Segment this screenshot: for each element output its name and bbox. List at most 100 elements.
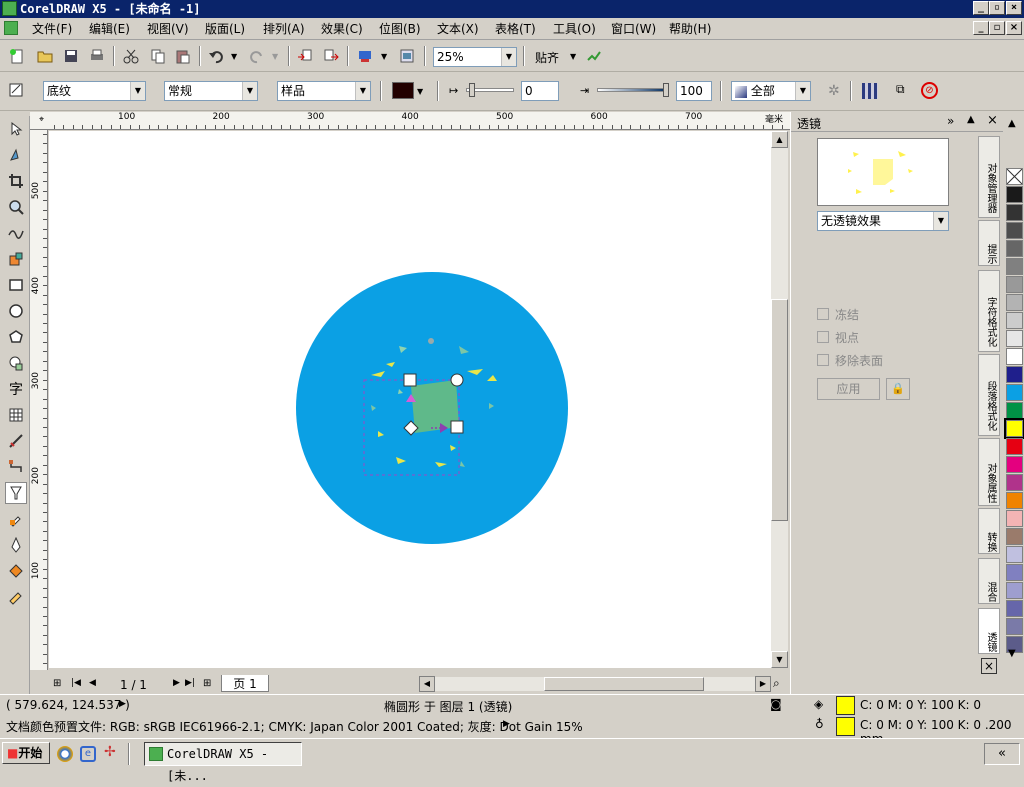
- palette-swatch[interactable]: [1006, 582, 1023, 599]
- palette-swatch[interactable]: [1006, 384, 1023, 401]
- start-button[interactable]: ■开始: [2, 742, 50, 764]
- start-transparency-input[interactable]: 0: [521, 81, 559, 101]
- texture-picker-dropdown-icon[interactable]: ▼: [417, 87, 423, 96]
- palette-swatch[interactable]: [1006, 402, 1023, 419]
- application-launcher-icon[interactable]: [356, 47, 374, 65]
- palette-scroll-up-icon[interactable]: ▲: [1008, 118, 1016, 129]
- horizontal-ruler[interactable]: ⌖ 100 200 300 400 500 600 700: [30, 112, 790, 130]
- menu-view[interactable]: 视图(V): [147, 21, 189, 37]
- merge-mode-select[interactable]: 常规 ▼: [164, 81, 258, 101]
- menu-window[interactable]: 窗口(W): [611, 21, 656, 37]
- outline-pen-tool-icon[interactable]: [5, 534, 27, 556]
- viewpoint-checkbox[interactable]: [817, 331, 829, 343]
- end-transparency-slider[interactable]: [597, 88, 669, 92]
- add-page-before-icon[interactable]: ⊞: [53, 678, 61, 689]
- palette-swatch[interactable]: [1006, 276, 1023, 293]
- clear-transparency-icon[interactable]: ⊘: [921, 82, 938, 99]
- undo-dropdown-icon[interactable]: ▼: [231, 52, 237, 61]
- palette-swatch[interactable]: [1006, 204, 1023, 221]
- menu-tools[interactable]: 工具(O): [553, 21, 596, 37]
- freehand-tool-icon[interactable]: [5, 222, 27, 244]
- color-profile-arrow-icon[interactable]: ▶: [503, 719, 510, 729]
- doc-minimize-button[interactable]: _: [973, 21, 989, 35]
- pick-tool-icon[interactable]: [5, 118, 27, 140]
- transparency-midpoint-handle[interactable]: [428, 338, 434, 344]
- start-slider-handle[interactable]: [469, 83, 475, 97]
- palette-swatch[interactable]: [1006, 240, 1023, 257]
- navigator-icon[interactable]: ⌕: [773, 676, 780, 691]
- undo-icon[interactable]: [207, 47, 225, 65]
- new-document-icon[interactable]: [8, 47, 26, 65]
- palette-swatch[interactable]: [1006, 546, 1023, 563]
- restore-button[interactable]: ▫: [989, 1, 1005, 15]
- menu-bitmaps[interactable]: 位图(B): [379, 21, 421, 37]
- doc-close-button[interactable]: ×: [1006, 21, 1022, 35]
- vertical-scrollbar[interactable]: ▲ ▼: [771, 131, 788, 668]
- drawing-page[interactable]: [49, 131, 771, 668]
- palette-swatch[interactable]: [1006, 438, 1023, 455]
- freeze-icon[interactable]: ✲: [828, 83, 840, 99]
- cut-icon[interactable]: [122, 47, 140, 65]
- palette-swatch[interactable]: [1006, 474, 1023, 491]
- palette-scroll-down-icon[interactable]: ▼: [1008, 648, 1016, 659]
- fill-tool-icon[interactable]: [5, 560, 27, 582]
- drawing-canvas[interactable]: [49, 131, 771, 668]
- tab-character-formatting[interactable]: 字符格式化: [978, 270, 1000, 352]
- docker-close-icon[interactable]: ×: [987, 113, 998, 128]
- outline-color-swatch[interactable]: [836, 717, 855, 736]
- horizontal-scroll-thumb[interactable]: [544, 677, 704, 691]
- taskbar-coreldraw-button[interactable]: CorelDRAW X5 - [未...: [144, 742, 302, 783]
- tab-object-manager[interactable]: 对象管理器: [978, 136, 1000, 218]
- scroll-left-icon[interactable]: ◀: [419, 676, 435, 692]
- paste-icon[interactable]: [174, 47, 192, 65]
- transform-handle-top-left[interactable]: [403, 373, 417, 387]
- first-page-icon[interactable]: |◀: [71, 678, 81, 688]
- menu-text[interactable]: 文本(X): [437, 21, 479, 37]
- eyedropper-tool-icon[interactable]: [5, 508, 27, 530]
- palette-swatch[interactable]: [1006, 456, 1023, 473]
- status-options-icon[interactable]: ◙: [770, 697, 782, 711]
- save-icon[interactable]: [62, 47, 80, 65]
- shape-tool-icon[interactable]: [5, 144, 27, 166]
- lock-icon[interactable]: 🔒: [886, 378, 910, 400]
- ie-icon[interactable]: e: [80, 746, 96, 762]
- palette-swatch[interactable]: [1006, 528, 1023, 545]
- apply-button[interactable]: 应用: [817, 378, 880, 400]
- interactive-transparency-tool-icon[interactable]: [5, 482, 27, 504]
- dimension-tool-icon[interactable]: [5, 430, 27, 452]
- text-tool-icon[interactable]: 字: [5, 378, 27, 400]
- palette-swatch[interactable]: [1006, 186, 1023, 203]
- palette-swatch[interactable]: [1006, 330, 1023, 347]
- open-icon[interactable]: [36, 47, 54, 65]
- palette-swatch[interactable]: [1006, 564, 1023, 581]
- tab-lens[interactable]: 透镜: [978, 608, 1000, 654]
- edit-transparency-icon[interactable]: ⧉: [896, 82, 905, 97]
- transform-handle-bottom-right[interactable]: [450, 420, 464, 434]
- interactive-fill-tool-icon[interactable]: [5, 586, 27, 608]
- copy-transparency-icon[interactable]: [862, 83, 878, 99]
- end-slider-handle[interactable]: [663, 83, 669, 97]
- palette-swatch[interactable]: [1006, 600, 1023, 617]
- system-tray-expand-icon[interactable]: «: [984, 743, 1020, 765]
- end-transparency-input[interactable]: 100: [676, 81, 712, 101]
- menu-layout[interactable]: 版面(L): [205, 21, 245, 37]
- table-tool-icon[interactable]: [5, 404, 27, 426]
- launcher-dropdown-icon[interactable]: ▼: [381, 52, 387, 61]
- palette-swatch[interactable]: [1006, 294, 1023, 311]
- import-icon[interactable]: [296, 47, 314, 65]
- palette-swatch[interactable]: [1006, 492, 1023, 509]
- next-page-icon[interactable]: ▶: [173, 678, 180, 688]
- ellipse-tool-icon[interactable]: [5, 300, 27, 322]
- close-button[interactable]: ×: [1006, 1, 1022, 15]
- palette-swatch[interactable]: [1006, 618, 1023, 635]
- transparency-type-select[interactable]: 底纹 ▼: [43, 81, 146, 101]
- menu-file[interactable]: 文件(F): [32, 21, 72, 37]
- zoom-level-select[interactable]: 25% ▼: [433, 47, 517, 67]
- tab-paragraph-formatting[interactable]: 段落格式化: [978, 354, 1000, 436]
- basic-shapes-tool-icon[interactable]: [5, 352, 27, 374]
- close-docker-icon[interactable]: ×: [981, 658, 997, 674]
- fill-color-swatch[interactable]: [836, 696, 855, 715]
- menu-arrange[interactable]: 排列(A): [263, 21, 305, 37]
- polygon-tool-icon[interactable]: [5, 326, 27, 348]
- no-color-swatch[interactable]: [1006, 168, 1023, 185]
